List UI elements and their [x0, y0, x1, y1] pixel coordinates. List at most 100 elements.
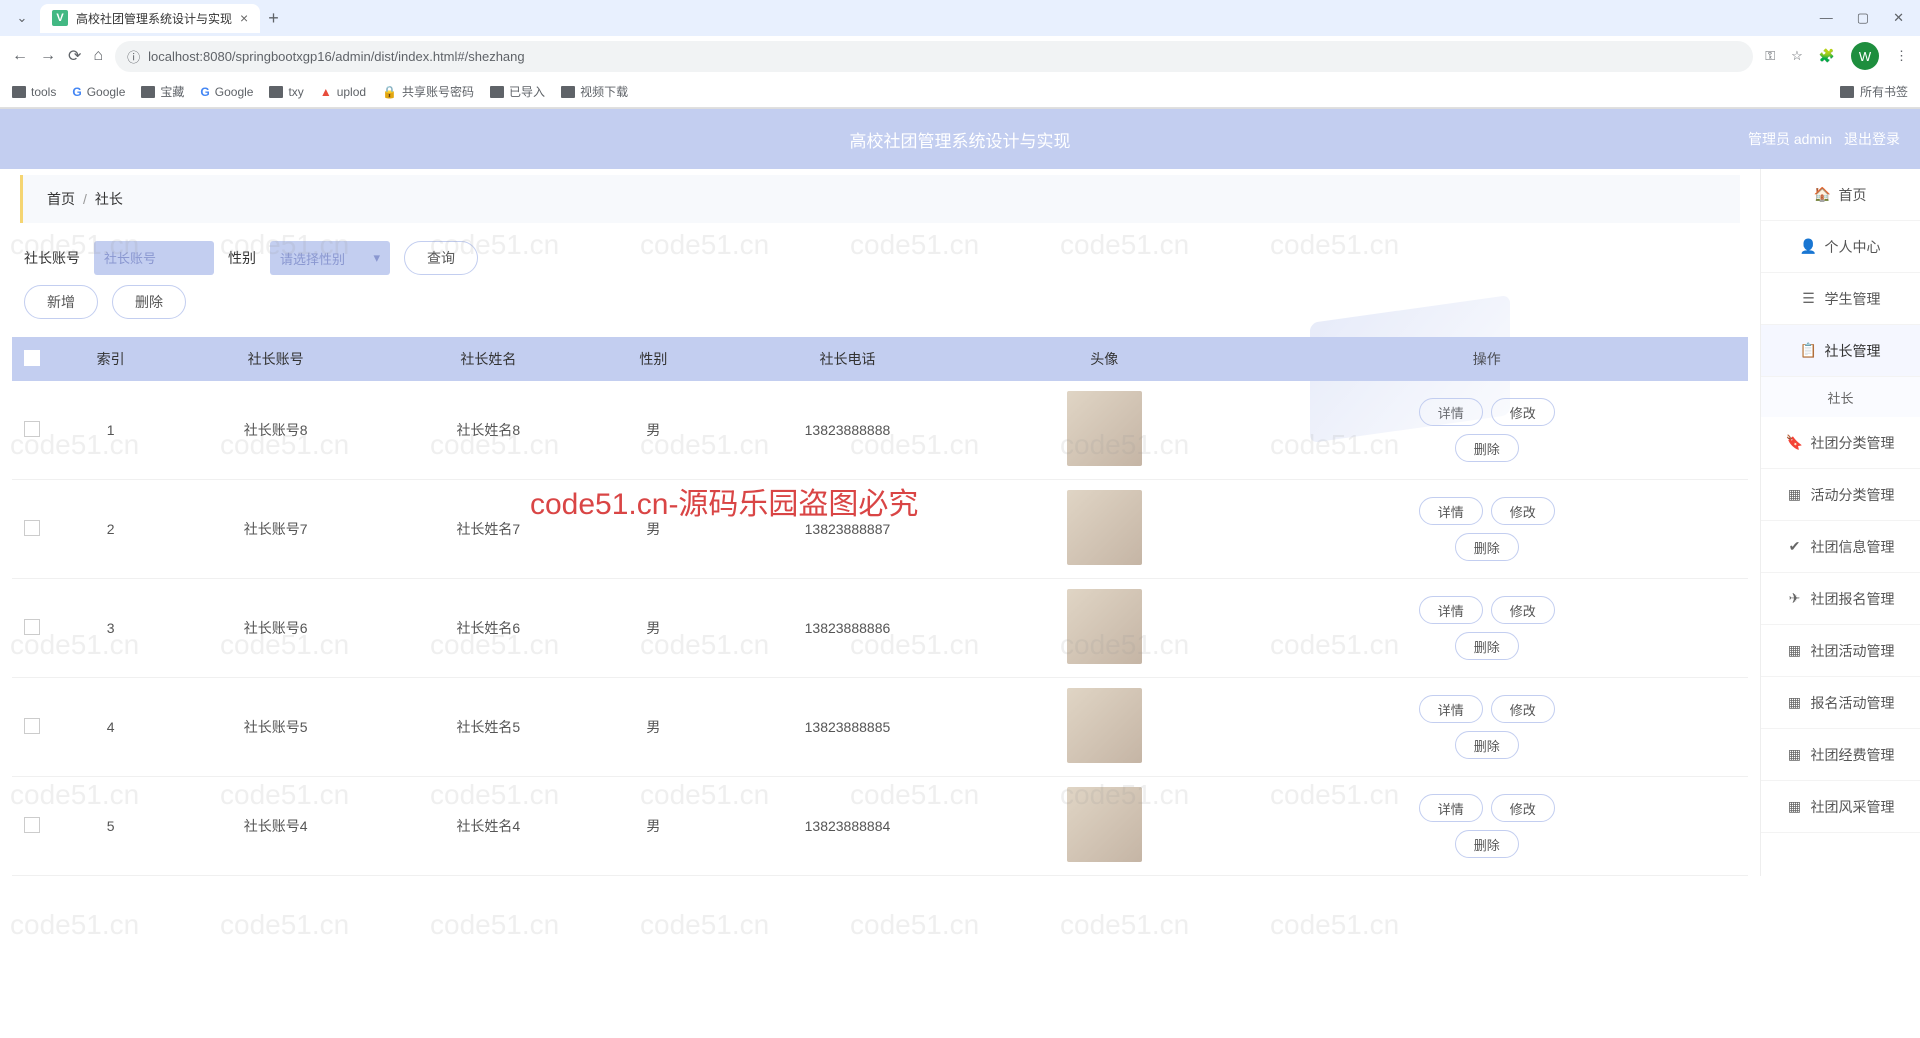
detail-button[interactable]: 详情 — [1419, 695, 1483, 723]
row-checkbox[interactable] — [24, 619, 40, 635]
bookmark-item[interactable]: tools — [12, 85, 56, 99]
delete-row-button[interactable]: 删除 — [1455, 533, 1519, 561]
folder-icon — [12, 86, 26, 98]
sidebar-sub-item[interactable]: 社长 — [1761, 377, 1920, 417]
home-icon[interactable]: ⌂ — [93, 47, 103, 65]
all-bookmarks[interactable]: 所有书签 — [1840, 83, 1908, 100]
close-window-icon[interactable]: ✕ — [1893, 10, 1904, 26]
tab-title: 高校社团管理系统设计与实现 — [76, 10, 232, 27]
url-bar[interactable]: ⓘ localhost:8080/springbootxgp16/admin/d… — [115, 41, 1753, 72]
logout-link[interactable]: 退出登录 — [1844, 129, 1900, 149]
folder-icon — [269, 86, 283, 98]
key-icon[interactable]: ⚿ — [1765, 48, 1775, 64]
extensions-icon[interactable]: 🧩 — [1819, 48, 1835, 64]
sidebar-item[interactable]: 👤个人中心 — [1761, 221, 1920, 273]
row-checkbox[interactable] — [24, 817, 40, 833]
sidebar-icon: 🏠 — [1815, 186, 1831, 203]
sidebar-label: 学生管理 — [1825, 289, 1881, 309]
sidebar-item[interactable]: ▦报名活动管理 — [1761, 677, 1920, 729]
sidebar-item[interactable]: ☰学生管理 — [1761, 273, 1920, 325]
window-controls: — ▢ ✕ — [1820, 10, 1912, 26]
bookmark-item[interactable]: 视频下载 — [561, 83, 628, 100]
sidebar-item[interactable]: ✔社团信息管理 — [1761, 521, 1920, 573]
bookmark-label: uplod — [337, 85, 366, 99]
query-button[interactable]: 查询 — [404, 241, 478, 275]
sidebar-item[interactable]: ✈社团报名管理 — [1761, 573, 1920, 625]
detail-button[interactable]: 详情 — [1419, 596, 1483, 624]
add-button[interactable]: 新增 — [24, 285, 98, 319]
maximize-icon[interactable]: ▢ — [1857, 10, 1869, 26]
account-input[interactable] — [94, 241, 214, 275]
user-label[interactable]: 管理员 admin — [1748, 129, 1832, 149]
cell-index: 3 — [52, 579, 169, 678]
detail-button[interactable]: 详情 — [1419, 794, 1483, 822]
bookmark-item[interactable]: 已导入 — [490, 83, 545, 100]
browser-toolbar: ← → ⟳ ⌂ ⓘ localhost:8080/springbootxgp16… — [0, 36, 1920, 76]
close-tab-icon[interactable]: × — [240, 10, 248, 26]
sidebar-label: 社团信息管理 — [1811, 537, 1895, 557]
reload-icon[interactable]: ⟳ — [68, 46, 81, 66]
folder-icon — [490, 86, 504, 98]
edit-button[interactable]: 修改 — [1491, 596, 1555, 624]
select-all-checkbox[interactable] — [24, 350, 40, 366]
row-checkbox[interactable] — [24, 718, 40, 734]
sidebar-item[interactable]: 📋社长管理 — [1761, 325, 1920, 377]
sidebar-label: 首页 — [1839, 185, 1867, 205]
column-header: 社长姓名 — [382, 337, 595, 381]
bookmark-item[interactable]: GGoogle — [72, 85, 125, 99]
detail-button[interactable]: 详情 — [1419, 497, 1483, 525]
row-checkbox[interactable] — [24, 520, 40, 536]
cell-index: 1 — [52, 381, 169, 480]
forward-icon[interactable]: → — [40, 47, 56, 65]
new-tab-button[interactable]: + — [268, 8, 279, 29]
bookmark-item[interactable]: ▲uplod — [320, 85, 366, 99]
sidebar-icon: ▦ — [1787, 694, 1803, 711]
bookmark-item[interactable]: 宝藏 — [141, 83, 184, 100]
row-checkbox[interactable] — [24, 421, 40, 437]
delete-row-button[interactable]: 删除 — [1455, 731, 1519, 759]
edit-button[interactable]: 修改 — [1491, 497, 1555, 525]
delete-row-button[interactable]: 删除 — [1455, 830, 1519, 858]
gender-select[interactable]: 请选择性别 — [270, 241, 390, 275]
delete-button[interactable]: 删除 — [112, 285, 186, 319]
cell-name: 社长姓名7 — [382, 480, 595, 579]
breadcrumb-home[interactable]: 首页 — [47, 189, 75, 209]
edit-button[interactable]: 修改 — [1491, 794, 1555, 822]
bookmark-item[interactable]: 🔒共享账号密码 — [382, 83, 474, 100]
bookmark-label: Google — [87, 85, 126, 99]
cell-phone: 13823888888 — [712, 381, 983, 480]
browser-tab[interactable]: V 高校社团管理系统设计与实现 × — [40, 4, 260, 33]
back-icon[interactable]: ← — [12, 47, 28, 65]
profile-avatar[interactable]: W — [1851, 42, 1879, 70]
sidebar-icon: ✈ — [1787, 590, 1803, 607]
sidebar-label: 社团活动管理 — [1811, 641, 1895, 661]
delete-row-button[interactable]: 删除 — [1455, 434, 1519, 462]
sidebar-label: 社团经费管理 — [1811, 745, 1895, 765]
site-info-icon[interactable]: ⓘ — [127, 47, 140, 66]
cell-account: 社长账号8 — [169, 381, 382, 480]
bookmark-item[interactable]: GGoogle — [200, 85, 253, 99]
cell-phone: 13823888884 — [712, 777, 983, 876]
sidebar-item[interactable]: ▦社团活动管理 — [1761, 625, 1920, 677]
sidebar-item[interactable]: ▦ 社团经费管理 — [1761, 729, 1920, 781]
sidebar-item[interactable]: ▦活动分类管理 — [1761, 469, 1920, 521]
cell-name: 社长姓名8 — [382, 381, 595, 480]
bookmark-item[interactable]: txy — [269, 85, 303, 99]
sidebar-item[interactable]: ▦社团风采管理 — [1761, 781, 1920, 833]
gender-label: 性别 — [228, 248, 256, 268]
tab-dropdown-icon[interactable]: ⌄ — [8, 4, 36, 32]
breadcrumb-sep: / — [83, 191, 87, 207]
column-header: 头像 — [983, 337, 1226, 381]
sidebar-item[interactable]: 🏠 首页 — [1761, 169, 1920, 221]
star-icon[interactable]: ☆ — [1791, 48, 1803, 64]
cell-account: 社长账号5 — [169, 678, 382, 777]
browser-titlebar: ⌄ V 高校社团管理系统设计与实现 × + — ▢ ✕ — [0, 0, 1920, 36]
minimize-icon[interactable]: — — [1820, 10, 1833, 26]
sidebar-item[interactable]: 🔖社团分类管理 — [1761, 417, 1920, 469]
sidebar-icon: ▦ — [1787, 746, 1803, 763]
lock-icon: 🔒 — [382, 85, 397, 99]
sidebar-icon: 📋 — [1801, 342, 1817, 359]
edit-button[interactable]: 修改 — [1491, 695, 1555, 723]
delete-row-button[interactable]: 删除 — [1455, 632, 1519, 660]
menu-icon[interactable]: ⋮ — [1895, 48, 1908, 64]
